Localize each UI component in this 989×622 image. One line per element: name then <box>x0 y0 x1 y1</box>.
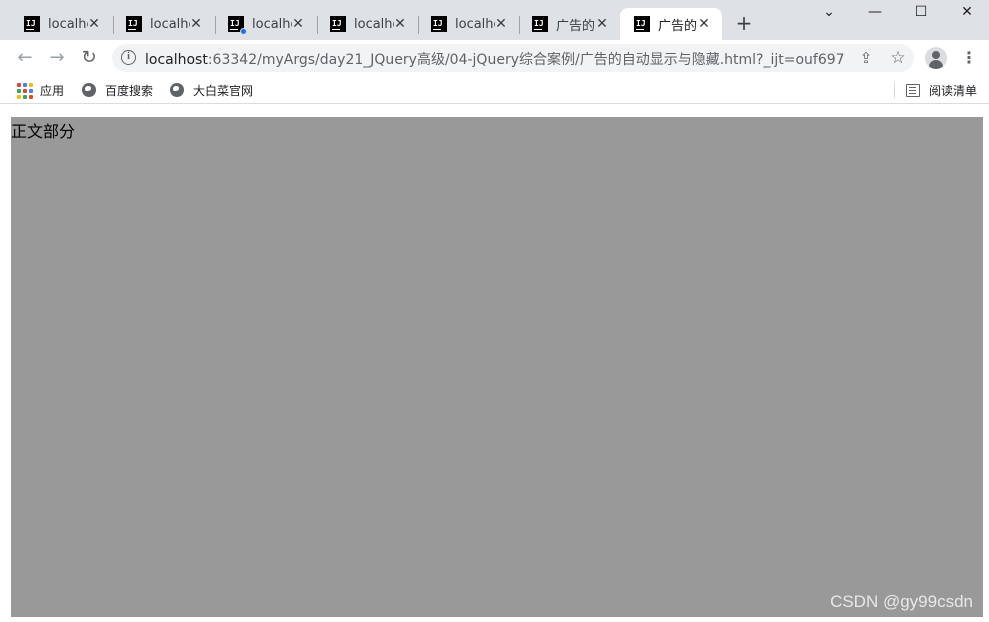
page-content: 正文部分 CSDN @gy99csdn <box>0 105 989 622</box>
tab-title: localhost <box>354 16 394 32</box>
bookmark-star-icon[interactable]: ☆ <box>888 48 908 68</box>
apps-grid-icon <box>16 82 33 99</box>
reading-list-label: 阅读清单 <box>929 83 978 98</box>
globe-icon <box>170 83 184 97</box>
reading-list-button[interactable]: 阅读清单 <box>906 81 977 99</box>
close-window-button[interactable]: ✕ <box>944 0 989 28</box>
intellij-icon: IJ <box>228 16 247 35</box>
bookmark-apps[interactable]: 应用 <box>16 81 64 99</box>
tab[interactable]: IJ localhost ✕ <box>214 8 316 40</box>
toolbar: ← → ↻ i localhost:63342/myArgs/day21_JQu… <box>0 40 989 76</box>
tab-title: 广告的 <box>556 18 596 34</box>
url-host: localhost <box>145 52 208 68</box>
url-path: :63342/myArgs/day21_JQuery高级/04-jQuery综合… <box>207 52 845 68</box>
bookmark-label: 百度搜索 <box>105 83 154 98</box>
site-info-icon[interactable]: i <box>121 50 136 65</box>
tab-title: localhost <box>455 16 495 32</box>
tab-strip: IJ localhost ✕ IJ localhost ✕ IJ localho… <box>0 0 989 40</box>
tab[interactable]: IJ 广告的 ✕ <box>518 8 620 40</box>
profile-avatar-icon[interactable] <box>925 47 947 69</box>
tab-title: localhost <box>48 16 88 32</box>
tab-active[interactable]: IJ 广告的 ✕ <box>620 8 722 40</box>
intellij-icon: IJ <box>634 16 650 32</box>
tab[interactable]: IJ localhost ✕ <box>10 8 112 40</box>
tab[interactable]: IJ localhost ✕ <box>316 8 418 40</box>
bookmark-label: 应用 <box>40 83 65 98</box>
new-tab-button[interactable]: + <box>733 12 755 34</box>
close-tab-icon[interactable]: ✕ <box>594 16 610 32</box>
intellij-icon: IJ <box>532 16 548 32</box>
reading-list-icon <box>906 83 920 97</box>
close-tab-icon[interactable]: ✕ <box>290 16 306 32</box>
tab[interactable]: IJ localhost ✕ <box>417 8 519 40</box>
intellij-icon: IJ <box>431 16 447 32</box>
close-tab-icon[interactable]: ✕ <box>86 16 102 32</box>
close-tab-icon[interactable]: ✕ <box>188 16 204 32</box>
globe-icon <box>82 83 96 97</box>
maximize-button[interactable]: ☐ <box>898 0 944 28</box>
tab-title: localhost <box>252 16 292 32</box>
bookmark-label: 大白菜官网 <box>193 83 254 98</box>
close-tab-icon[interactable]: ✕ <box>696 16 712 32</box>
tab-search-chevron-icon[interactable]: ⌄ <box>806 0 852 28</box>
tab-title: 广告的 <box>658 18 698 34</box>
tab-title: localhost <box>150 16 190 32</box>
bookmarks-bar: 应用 百度搜索 大白菜官网 阅读清单 <box>0 76 989 104</box>
bookmarks-separator <box>894 82 895 98</box>
bookmark-dabaicai[interactable]: 大白菜官网 <box>170 81 253 99</box>
loading-dot-icon <box>240 28 247 35</box>
forward-button[interactable]: → <box>44 45 70 71</box>
bookmark-baidu[interactable]: 百度搜索 <box>82 81 153 99</box>
close-tab-icon[interactable]: ✕ <box>493 16 509 32</box>
ad-placeholder-box <box>11 117 983 617</box>
tab[interactable]: IJ localhost ✕ <box>112 8 214 40</box>
address-bar[interactable]: i localhost:63342/myArgs/day21_JQuery高级/… <box>112 44 914 72</box>
watermark: CSDN @gy99csdn <box>830 592 973 611</box>
url-text[interactable]: localhost:63342/myArgs/day21_JQuery高级/04… <box>145 49 845 69</box>
back-button[interactable]: ← <box>12 45 38 71</box>
intellij-icon: IJ <box>126 16 142 32</box>
browser-window: IJ localhost ✕ IJ localhost ✕ IJ localho… <box>0 0 989 622</box>
minimize-button[interactable]: — <box>852 0 898 28</box>
intellij-icon: IJ <box>24 16 40 32</box>
share-icon[interactable]: ⇪ <box>856 48 876 68</box>
reload-button[interactable]: ↻ <box>76 45 102 71</box>
menu-icon[interactable]: ⋮ <box>960 48 978 68</box>
body-text: 正文部分 <box>11 122 76 141</box>
close-tab-icon[interactable]: ✕ <box>392 16 408 32</box>
intellij-icon: IJ <box>330 16 346 32</box>
